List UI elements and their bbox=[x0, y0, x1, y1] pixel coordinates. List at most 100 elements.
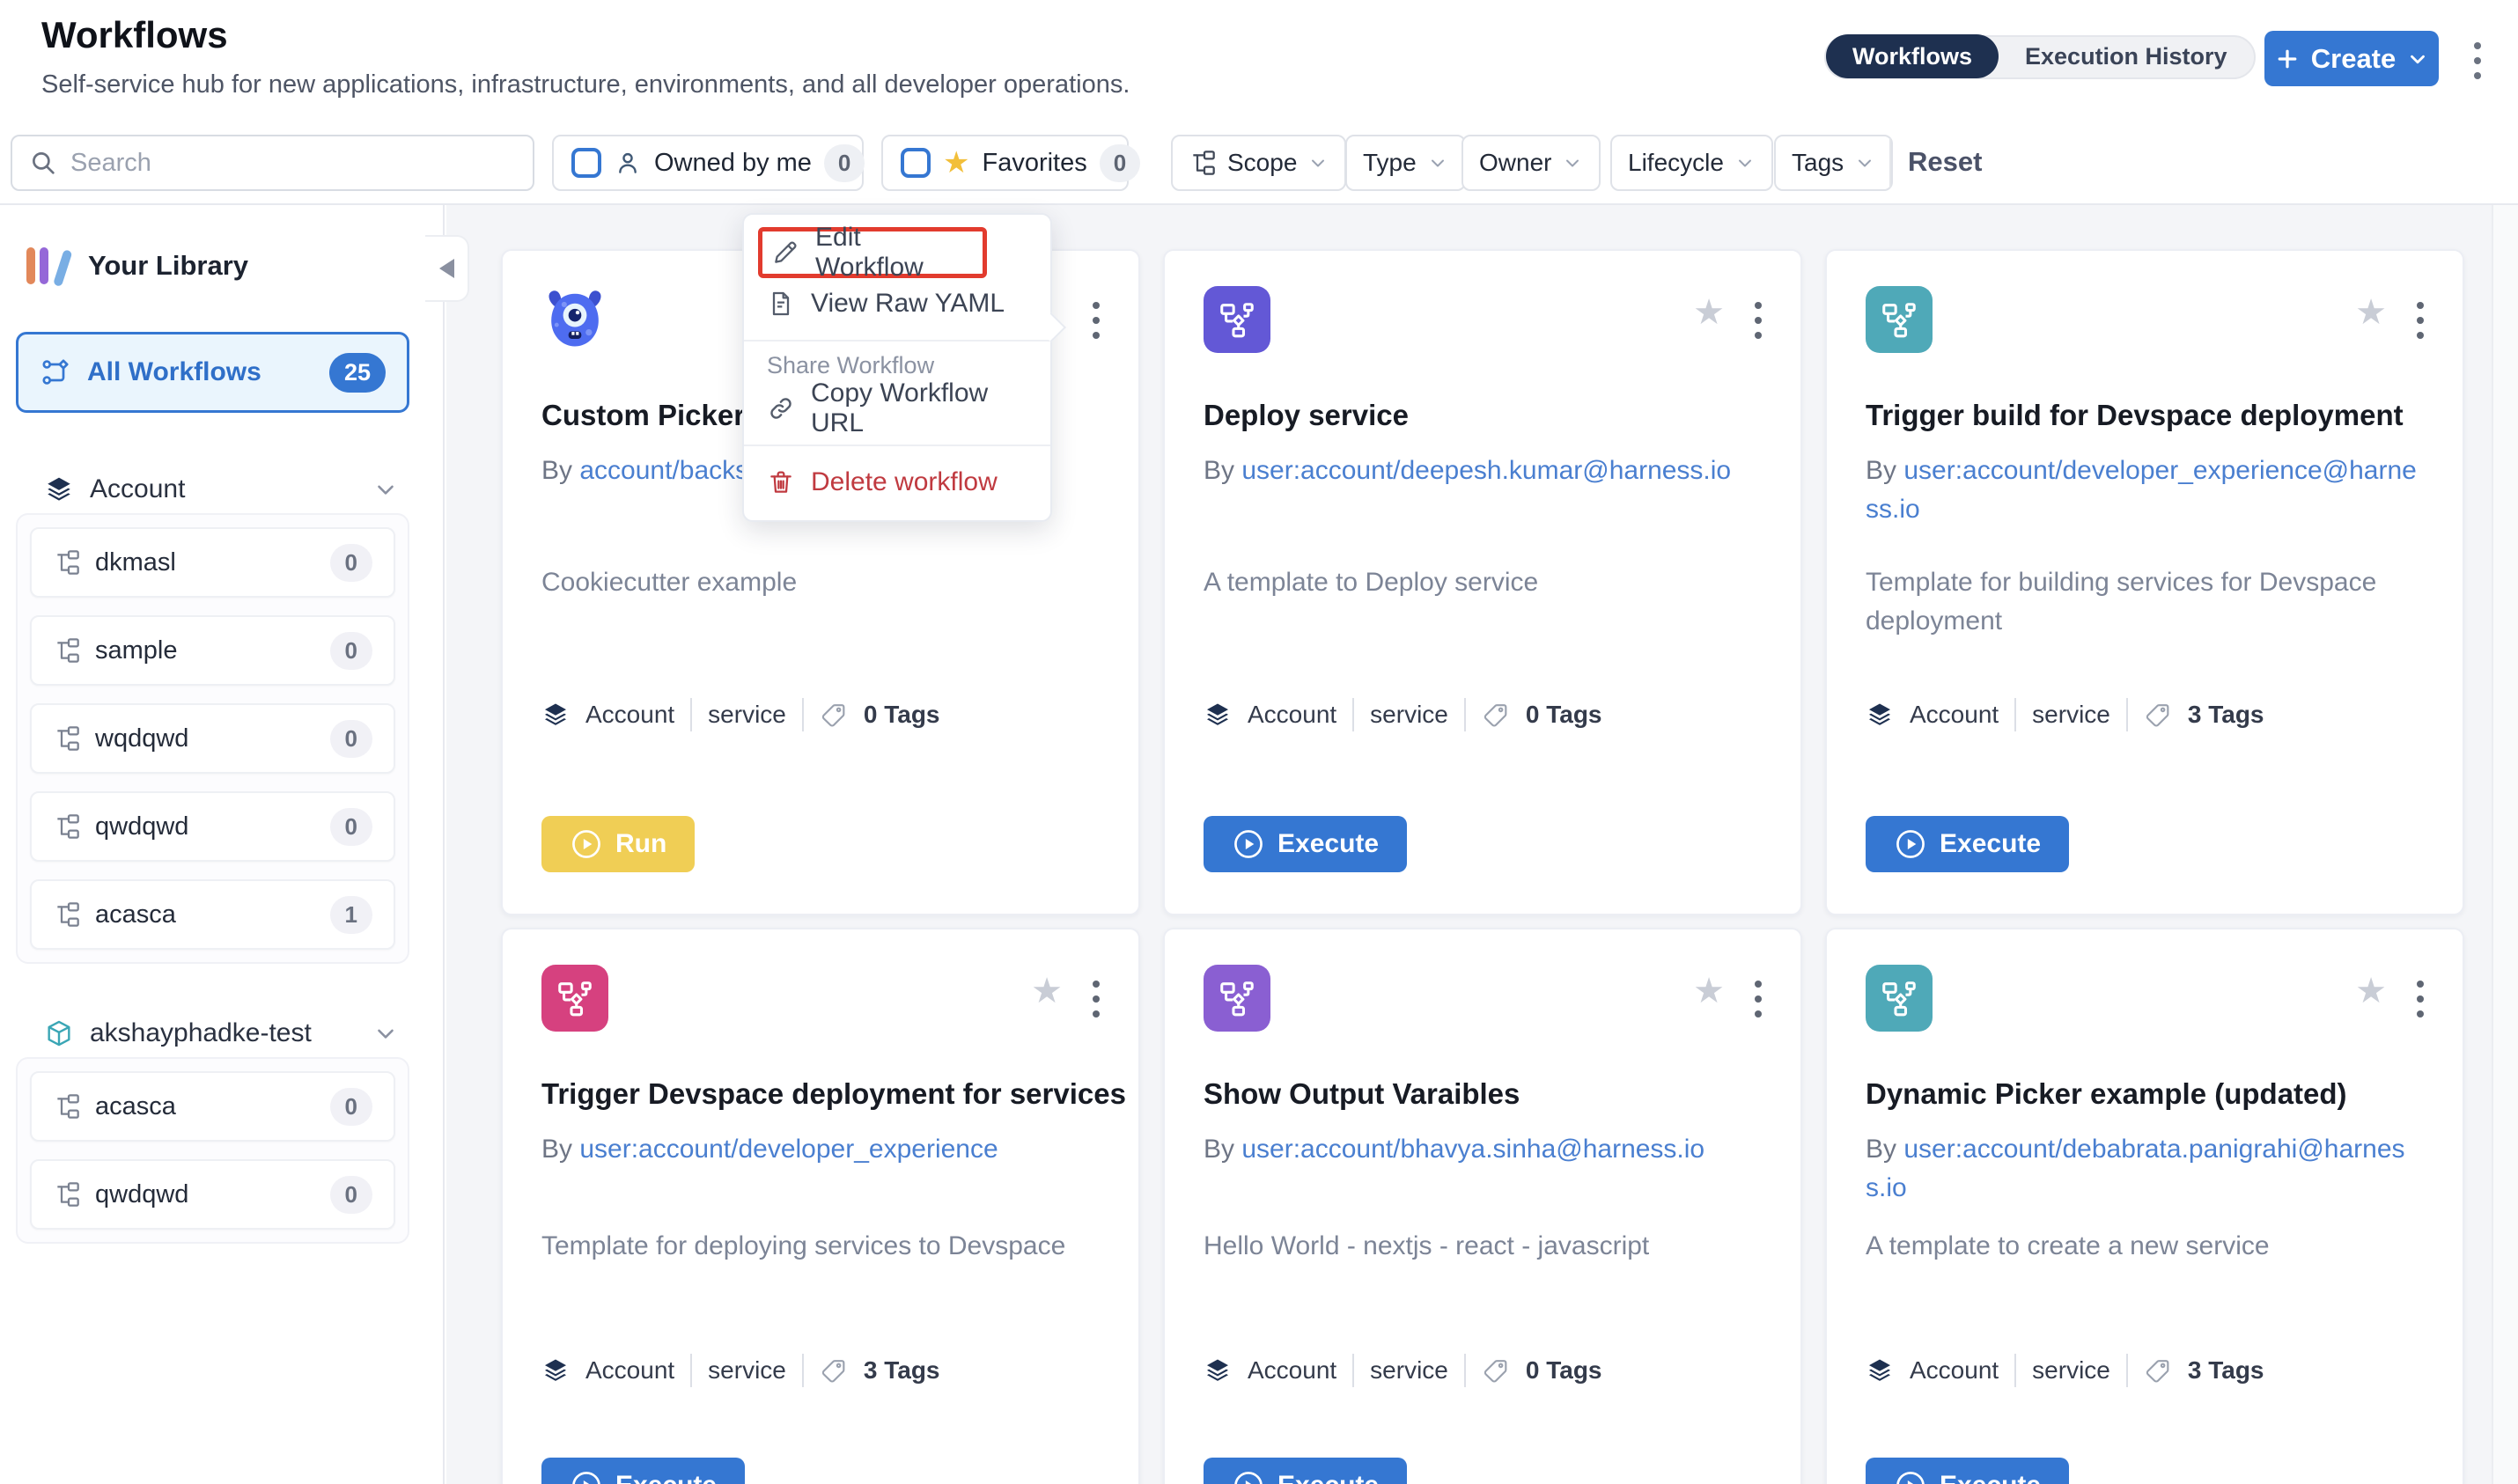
flowchart-icon bbox=[1879, 299, 1919, 340]
author-link[interactable]: user:account/developer_experience@harnes… bbox=[1866, 456, 2417, 524]
person-icon bbox=[614, 149, 642, 177]
sidebar-item-all-workflows[interactable]: All Workflows 25 bbox=[16, 332, 409, 413]
card-kebab-menu-button[interactable] bbox=[2415, 300, 2426, 341]
sidebar-group-header[interactable]: akshayphadke-test bbox=[16, 1013, 409, 1054]
author-link[interactable]: account/backs bbox=[579, 456, 748, 485]
owned-by-me-label: Owned by me bbox=[654, 149, 812, 178]
card-action-label: Execute bbox=[615, 1471, 717, 1484]
menu-item-copy-workflow-url[interactable]: Copy Workflow URL bbox=[758, 383, 1036, 434]
card-action-button[interactable]: Execute bbox=[1204, 816, 1407, 872]
favorite-star-icon[interactable]: ★ bbox=[1031, 973, 1063, 1009]
library-header: Your Library bbox=[25, 246, 248, 286]
sidebar-group: akshayphadke-test acasca 0 qwdqwd 0 bbox=[16, 1013, 409, 1244]
sidebar-item-label: acasca bbox=[95, 900, 176, 929]
type-dropdown[interactable]: Type bbox=[1345, 135, 1466, 191]
vertical-scrollbar[interactable] bbox=[2492, 205, 2518, 1484]
workflow-tile-icon bbox=[541, 965, 608, 1032]
menu-section-label: Share Workflow bbox=[767, 352, 1027, 379]
tab-execution-history[interactable]: Execution History bbox=[1999, 34, 2254, 78]
author-link[interactable]: user:account/bhavya.sinha@harness.io bbox=[1241, 1135, 1704, 1164]
tags-dropdown[interactable]: Tags bbox=[1774, 135, 1893, 191]
card-action-button[interactable]: Execute bbox=[1866, 816, 2069, 872]
layers-icon bbox=[541, 701, 570, 729]
sidebar-item[interactable]: sample 0 bbox=[30, 615, 395, 686]
byline-prefix: By bbox=[541, 1135, 579, 1164]
card-tags: 0 Tags bbox=[864, 701, 940, 729]
card-footer: Account service 0 Tags bbox=[1204, 1354, 1602, 1387]
trash-icon bbox=[767, 468, 795, 496]
sidebar-group-header[interactable]: Account bbox=[16, 469, 409, 510]
author-link[interactable]: user:account/developer_experience bbox=[579, 1135, 998, 1164]
menu-item-delete-workflow[interactable]: Delete workflow bbox=[758, 457, 1036, 508]
sidebar-item-label: dkmasl bbox=[95, 548, 176, 577]
layers-icon bbox=[1866, 1356, 1894, 1385]
workflow-card: ★ Show Output Varaibles By user:account/… bbox=[1163, 928, 1802, 1484]
card-description: A template to Deploy service bbox=[1204, 563, 1758, 602]
favorites-checkbox[interactable] bbox=[901, 148, 931, 178]
lifecycle-dropdown[interactable]: Lifecycle bbox=[1610, 135, 1773, 191]
sidebar-item[interactable]: qwdqwd 0 bbox=[30, 1159, 395, 1230]
author-link[interactable]: user:account/deepesh.kumar@harness.io bbox=[1241, 456, 1731, 485]
count-badge: 0 bbox=[330, 544, 372, 582]
owner-dropdown[interactable]: Owner bbox=[1461, 135, 1601, 191]
flowchart-icon bbox=[1879, 978, 1919, 1018]
chevron-down-icon[interactable] bbox=[372, 476, 399, 503]
card-action-button[interactable]: Run bbox=[541, 816, 695, 872]
link-icon bbox=[767, 394, 795, 422]
author-link[interactable]: user:account/debabrata.panigrahi@harness… bbox=[1866, 1135, 2405, 1202]
workflow-tile-icon bbox=[1866, 965, 1933, 1032]
favorite-star-icon[interactable]: ★ bbox=[2355, 295, 2387, 330]
card-action-button[interactable]: Execute bbox=[541, 1458, 745, 1484]
favorite-star-icon[interactable]: ★ bbox=[1693, 973, 1725, 1009]
chevron-down-icon bbox=[1307, 152, 1329, 173]
card-title: Show Output Varaibles bbox=[1204, 1077, 1767, 1111]
sidebar-item-label: qwdqwd bbox=[95, 812, 188, 841]
card-byline: By user:account/debabrata.panigrahi@harn… bbox=[1866, 1130, 2419, 1208]
play-icon bbox=[1894, 1469, 1927, 1484]
card-kebab-menu-button[interactable] bbox=[1091, 300, 1101, 341]
owned-by-me-checkbox[interactable] bbox=[571, 148, 601, 178]
card-title: Dynamic Picker example (updated) bbox=[1866, 1077, 2429, 1111]
sidebar-item[interactable]: qwdqwd 0 bbox=[30, 791, 395, 862]
card-action-button[interactable]: Execute bbox=[1866, 1458, 2069, 1484]
chevron-down-icon[interactable] bbox=[372, 1020, 399, 1047]
sidebar-item[interactable]: acasca 1 bbox=[30, 879, 395, 950]
sidebar-item-label: wqdqwd bbox=[95, 724, 188, 753]
owned-by-me-filter[interactable]: Owned by me 0 bbox=[552, 135, 864, 191]
card-footer: Account service 0 Tags bbox=[541, 698, 940, 731]
card-tags: 0 Tags bbox=[1526, 701, 1602, 729]
card-byline: By user:account/deepesh.kumar@harness.io bbox=[1204, 452, 1756, 490]
sidebar-item[interactable]: dkmasl 0 bbox=[30, 527, 395, 598]
hierarchy-icon bbox=[53, 548, 81, 577]
workflow-card: ★ Deploy service By user:account/deepesh… bbox=[1163, 249, 1802, 915]
menu-item-view-raw-yaml[interactable]: View Raw YAML bbox=[758, 278, 1036, 329]
card-footer: Account service 0 Tags bbox=[1204, 698, 1602, 731]
create-button[interactable]: Create bbox=[2264, 31, 2439, 86]
menu-item-edit-workflow[interactable]: Edit Workflow bbox=[758, 227, 987, 278]
card-kebab-menu-button[interactable] bbox=[1753, 979, 1763, 1019]
card-action-button[interactable]: Execute bbox=[1204, 1458, 1407, 1484]
card-kebab-menu-button[interactable] bbox=[1753, 300, 1763, 341]
menu-item-label: Copy Workflow URL bbox=[811, 378, 1027, 438]
sidebar-item[interactable]: acasca 0 bbox=[30, 1071, 395, 1142]
scope-dropdown[interactable]: Scope bbox=[1171, 135, 1346, 191]
page-subtitle: Self-service hub for new applications, i… bbox=[41, 70, 1130, 99]
card-action-label: Execute bbox=[1277, 829, 1379, 859]
byline-prefix: By bbox=[1204, 456, 1241, 485]
reset-filters-button[interactable]: Reset bbox=[1908, 146, 1982, 178]
sidebar-item[interactable]: wqdqwd 0 bbox=[30, 703, 395, 774]
page-kebab-menu-button[interactable] bbox=[2470, 39, 2485, 83]
card-kebab-menu-button[interactable] bbox=[2415, 979, 2426, 1019]
search-input[interactable] bbox=[70, 149, 517, 178]
tab-workflows[interactable]: Workflows bbox=[1826, 34, 1999, 78]
sidebar-collapse-button[interactable] bbox=[425, 235, 469, 302]
favorite-star-icon[interactable]: ★ bbox=[2355, 973, 2387, 1009]
card-scope: Account bbox=[1910, 701, 1999, 729]
card-kebab-menu-button[interactable] bbox=[1091, 979, 1101, 1019]
card-byline: By user:account/bhavya.sinha@harness.io bbox=[1204, 1130, 1756, 1169]
favorites-filter[interactable]: ★ Favorites 0 bbox=[881, 135, 1129, 191]
sidebar-item-label: acasca bbox=[95, 1092, 176, 1121]
card-footer: Account service 3 Tags bbox=[541, 1354, 940, 1387]
chevron-down-icon bbox=[1427, 152, 1448, 173]
favorite-star-icon[interactable]: ★ bbox=[1693, 295, 1725, 330]
